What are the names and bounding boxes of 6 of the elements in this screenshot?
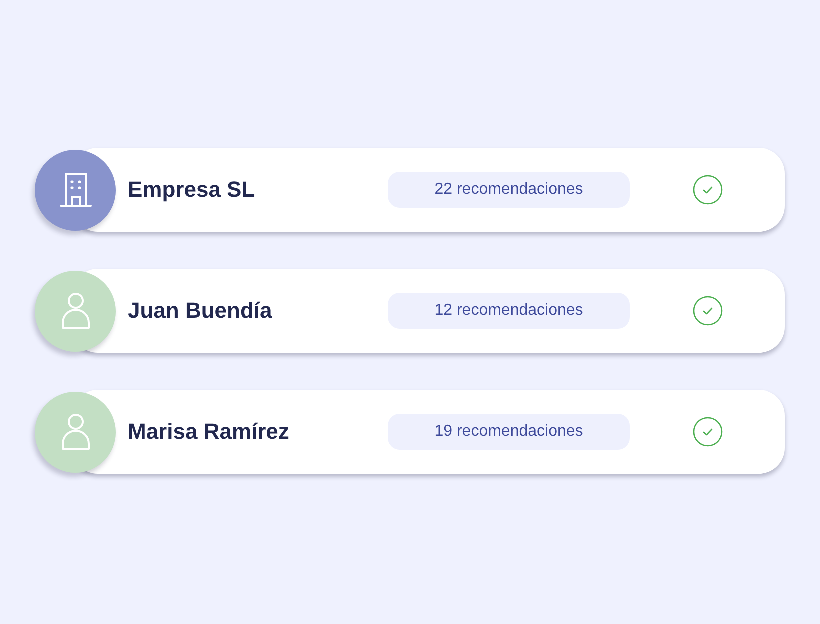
contact-name: Marisa Ramírez — [128, 419, 290, 445]
recommendations-badge: 22 recomendaciones — [388, 172, 630, 208]
recommendations-badge: 12 recomendaciones — [388, 293, 630, 329]
contact-name: Juan Buendía — [128, 298, 274, 324]
recommendations-badge: 19 recomendaciones — [388, 414, 630, 450]
contact-name: Empresa SL — [128, 177, 256, 203]
